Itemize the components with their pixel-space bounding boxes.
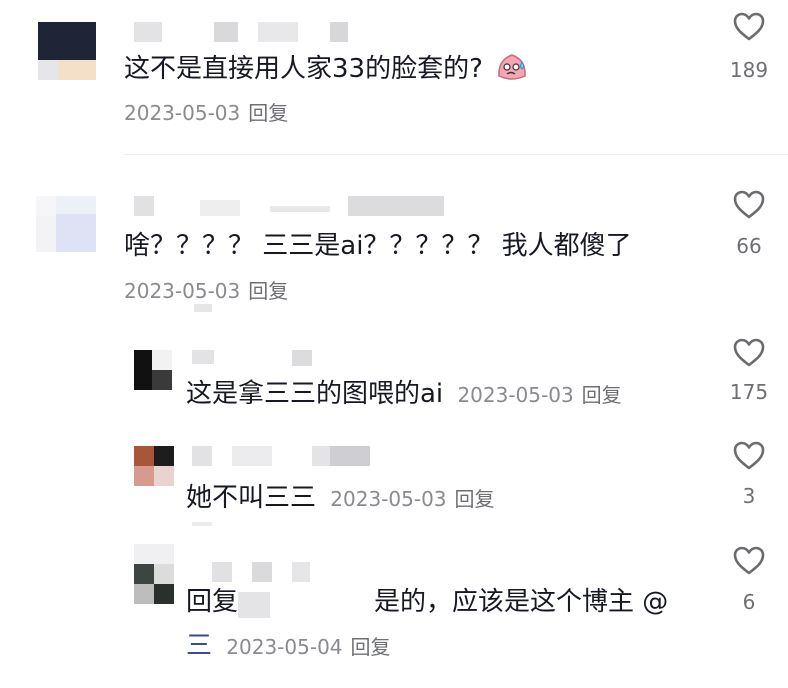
like-count: 3 <box>742 484 756 508</box>
avatar-pixel <box>152 350 172 370</box>
redacted-block <box>330 22 348 42</box>
avatar-pixel <box>58 60 96 80</box>
reply-button[interactable]: 回复 <box>582 383 622 407</box>
heart-outline-icon[interactable] <box>732 337 766 368</box>
comment-meta: 2023-05-03 回复 <box>124 100 288 126</box>
redacted-block <box>348 196 444 216</box>
avatar[interactable] <box>134 350 174 390</box>
avatar-pixel <box>154 584 174 604</box>
redacted-block <box>292 562 310 582</box>
like-count: 66 <box>736 234 762 258</box>
redacted-block <box>134 196 154 216</box>
redacted-block <box>292 350 312 366</box>
avatar-pixel <box>38 60 58 80</box>
reply-date: 2023-05-03 <box>457 383 574 407</box>
avatar[interactable] <box>134 544 174 604</box>
redacted-block <box>200 200 240 216</box>
reply-button[interactable]: 回复 <box>248 279 288 303</box>
avatar-pixel <box>134 544 174 564</box>
redacted-block <box>252 562 272 582</box>
like-count: 6 <box>742 590 756 614</box>
redacted-block <box>214 22 238 42</box>
avatar-pixel <box>36 216 56 252</box>
avatar-pixel <box>154 446 174 466</box>
avatar-pixel <box>154 466 174 486</box>
like-count: 189 <box>729 58 769 82</box>
heart-outline-icon[interactable] <box>732 11 766 42</box>
reply-prefix[interactable]: 回复 <box>186 587 238 617</box>
comment-meta: 2023-05-03 回复 <box>124 278 288 304</box>
comment-text: 这不是直接用人家33的脸套的? <box>124 50 529 87</box>
redacted-block <box>232 446 272 466</box>
reply-line: 回复 <box>186 584 238 620</box>
avatar-pixel <box>38 22 96 60</box>
redacted-block <box>270 206 330 212</box>
reply-text: 这是拿三三的图喂的ai <box>186 379 444 409</box>
heart-outline-icon[interactable] <box>732 440 766 471</box>
redacted-block <box>312 446 330 466</box>
avatar-pixel <box>36 196 56 216</box>
reply-date: 2023-05-04 <box>226 635 343 659</box>
reply-line: 这是拿三三的图喂的ai 2023-05-03 回复 <box>186 376 622 413</box>
sweating-face-emoji-icon <box>498 54 526 80</box>
avatar[interactable] <box>36 196 98 256</box>
redacted-block <box>258 22 298 42</box>
like-count: 175 <box>729 380 769 404</box>
redacted-block <box>134 22 162 42</box>
reply-text: 她不叫三三 <box>186 483 317 513</box>
avatar-pixel <box>152 370 172 390</box>
avatar-pixel <box>154 564 174 584</box>
redacted-block <box>194 304 212 312</box>
reply-date: 2023-05-03 <box>330 487 447 511</box>
redacted-block <box>192 350 214 364</box>
avatar-pixel <box>134 584 154 604</box>
divider <box>124 154 788 155</box>
avatar-pixel <box>134 350 152 390</box>
reply-button[interactable]: 回复 <box>248 101 288 125</box>
reply-button[interactable]: 回复 <box>455 487 495 511</box>
mention-link[interactable]: 三 <box>186 631 212 661</box>
avatar-pixel <box>134 466 154 486</box>
avatar-pixel <box>56 214 96 252</box>
avatar-pixel <box>134 446 154 466</box>
reply-button[interactable]: 回复 <box>351 635 391 659</box>
comment-text: 啥？？？？ 三三是ai？？？？？ 我人都傻了 <box>124 231 632 261</box>
redacted-block <box>192 446 212 466</box>
redacted-mention-block <box>238 592 270 618</box>
avatar-pixel <box>134 564 154 584</box>
redacted-block <box>330 446 370 466</box>
heart-outline-icon[interactable] <box>732 545 766 576</box>
redacted-block <box>192 522 212 526</box>
heart-outline-icon[interactable] <box>732 189 766 220</box>
avatar[interactable] <box>134 446 174 486</box>
avatar-pixel <box>56 196 96 214</box>
comment-date: 2023-05-03 <box>124 279 241 303</box>
reply-line: 她不叫三三 2023-05-03 回复 <box>186 480 495 517</box>
reply-text: 是的，应该是这个博主 @ <box>374 587 669 617</box>
redacted-block <box>212 562 232 582</box>
avatar[interactable] <box>38 22 98 82</box>
comment-date: 2023-05-03 <box>124 101 241 125</box>
reply-line-2: 三 2023-05-04 回复 <box>186 628 391 665</box>
